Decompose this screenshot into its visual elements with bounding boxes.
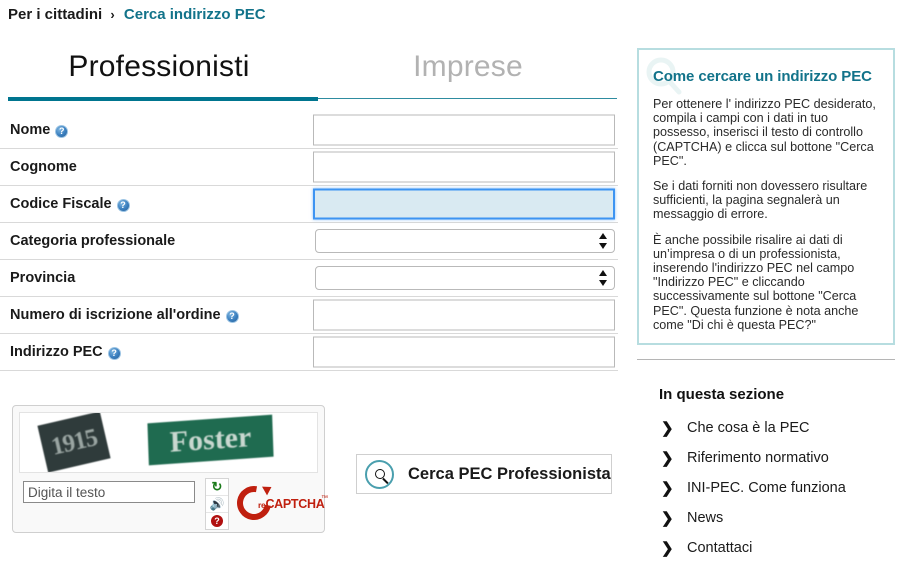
sidebar-item-label: Che cosa è la PEC [687, 420, 810, 436]
recaptcha-widget: 1915 Foster ↻ 🔊 ? [12, 405, 328, 533]
captcha-button-stack: ↻ 🔊 ? [205, 478, 229, 530]
sidebar-item-label: INI-PEC. Come funziona [687, 480, 846, 496]
tab-active-underline [8, 97, 318, 101]
tab-professionisti[interactable]: Professionisti [0, 40, 318, 84]
chevron-right-icon: ❯ [661, 539, 674, 557]
trademark-symbol: ™ [321, 495, 328, 502]
input-codice-fiscale[interactable] [313, 188, 615, 220]
search-form: Nome Cognome Codice Fiscale Categoria pr… [0, 112, 618, 371]
form-row-codice-fiscale: Codice Fiscale [0, 186, 618, 223]
sidebar-item-label: Contattaci [687, 540, 753, 556]
sidebar-item-contattaci[interactable]: ❯ Contattaci [637, 533, 895, 563]
select-categoria-professionale[interactable] [315, 229, 615, 253]
form-row-numero-iscrizione: Numero di iscrizione all'ordine [0, 297, 618, 334]
chevron-right-icon: ❯ [661, 479, 674, 497]
captcha-audio-button[interactable]: 🔊 [206, 496, 228, 513]
label-cognome-text: Cognome [10, 159, 77, 175]
label-indirizzo-pec-text: Indirizzo PEC [10, 344, 103, 360]
recaptcha-brand: CAPTCHA [265, 497, 325, 511]
label-cognome: Cognome [10, 159, 77, 175]
sidebar-divider [637, 359, 895, 360]
label-numero-iscrizione-text: Numero di iscrizione all'ordine [10, 307, 221, 323]
help-icon[interactable] [225, 309, 239, 323]
chevron-updown-icon [599, 232, 608, 250]
main-content: Professionisti Imprese Nome Cognome Codi… [0, 40, 620, 577]
search-button-label: Cerca PEC Professionista [408, 464, 611, 483]
breadcrumb-root[interactable]: Per i cittadini [8, 6, 102, 23]
help-icon[interactable] [107, 346, 121, 360]
label-codice-fiscale-text: Codice Fiscale [10, 196, 112, 212]
info-box-paragraph: Se i dati forniti non dovessero risultar… [653, 179, 868, 222]
recaptcha-wordmark: reCAPTCHA [258, 497, 325, 511]
breadcrumb-current[interactable]: Cerca indirizzo PEC [124, 6, 266, 23]
select-provincia[interactable] [315, 266, 615, 290]
label-codice-fiscale: Codice Fiscale [10, 196, 130, 212]
form-row-provincia: Provincia [0, 260, 618, 297]
refresh-icon: ↻ [211, 479, 223, 494]
sidebar-section-title: In questa sezione [659, 386, 785, 403]
chevron-right-icon: ❯ [661, 509, 674, 527]
sidebar: Come cercare un indirizzo PEC Per ottene… [637, 48, 895, 579]
form-row-indirizzo-pec: Indirizzo PEC [0, 334, 618, 371]
info-box: Come cercare un indirizzo PEC Per ottene… [637, 48, 895, 345]
captcha-refresh-button[interactable]: ↻ [206, 479, 228, 496]
captcha-controls-row: ↻ 🔊 ? reCAPTCHA ™ [19, 478, 328, 530]
label-categoria-professionale-text: Categoria professionale [10, 233, 176, 249]
captcha-help-button[interactable]: ? [206, 513, 228, 529]
info-box-paragraph: Per ottenere l' indirizzo PEC desiderato… [653, 97, 876, 168]
tab-imprese[interactable]: Imprese [318, 40, 618, 84]
input-cognome[interactable] [313, 151, 615, 183]
help-icon[interactable] [116, 198, 130, 212]
captcha-word-streetsign: Foster [147, 414, 274, 466]
info-box-title: Come cercare un indirizzo PEC [653, 68, 872, 85]
form-row-cognome: Cognome [0, 149, 618, 186]
breadcrumb-separator-icon: › [110, 7, 115, 22]
sidebar-link-list: ❯ Che cosa è la PEC ❯ Riferimento normat… [637, 413, 895, 563]
breadcrumb: Per i cittadini › Cerca indirizzo PEC [8, 6, 266, 23]
captcha-word-distorted: 1915 [37, 413, 111, 472]
form-row-categoria-professionale: Categoria professionale [0, 223, 618, 260]
form-row-nome: Nome [0, 112, 618, 149]
tab-bar: Professionisti Imprese [0, 40, 618, 102]
info-box-paragraph: È anche possibile risalire ai dati di un… [653, 232, 859, 332]
search-pec-button[interactable]: Cerca PEC Professionista [356, 454, 612, 494]
help-icon[interactable] [55, 124, 69, 138]
label-nome: Nome [10, 122, 69, 138]
label-numero-iscrizione: Numero di iscrizione all'ordine [10, 307, 239, 323]
sidebar-item-label: Riferimento normativo [687, 450, 829, 466]
sidebar-item-riferimento-normativo[interactable]: ❯ Riferimento normativo [637, 443, 895, 473]
tab-bar-rule [318, 98, 617, 99]
search-icon [365, 459, 394, 489]
label-categoria-professionale: Categoria professionale [10, 233, 175, 249]
input-numero-iscrizione[interactable] [313, 299, 615, 331]
sidebar-item-label: News [687, 510, 724, 526]
speaker-icon: 🔊 [209, 497, 225, 511]
chevron-updown-icon [599, 269, 608, 287]
chevron-right-icon: ❯ [661, 419, 674, 437]
sidebar-item-che-cosa-e-la-pec[interactable]: ❯ Che cosa è la PEC [637, 413, 895, 443]
sidebar-item-news[interactable]: ❯ News [637, 503, 895, 533]
label-nome-text: Nome [10, 122, 51, 138]
label-provincia-text: Provincia [10, 270, 76, 286]
label-provincia: Provincia [10, 270, 75, 286]
sidebar-item-ini-pec-come-funziona[interactable]: ❯ INI-PEC. Come funziona [637, 473, 895, 503]
captcha-input[interactable] [23, 481, 195, 503]
chevron-right-icon: ❯ [661, 449, 674, 467]
captcha-challenge-image: 1915 Foster [19, 412, 318, 473]
help-icon: ? [211, 515, 223, 527]
label-indirizzo-pec: Indirizzo PEC [10, 344, 121, 360]
recaptcha-logo: reCAPTCHA ™ [230, 479, 328, 527]
input-indirizzo-pec[interactable] [313, 336, 615, 368]
input-nome[interactable] [313, 114, 615, 146]
